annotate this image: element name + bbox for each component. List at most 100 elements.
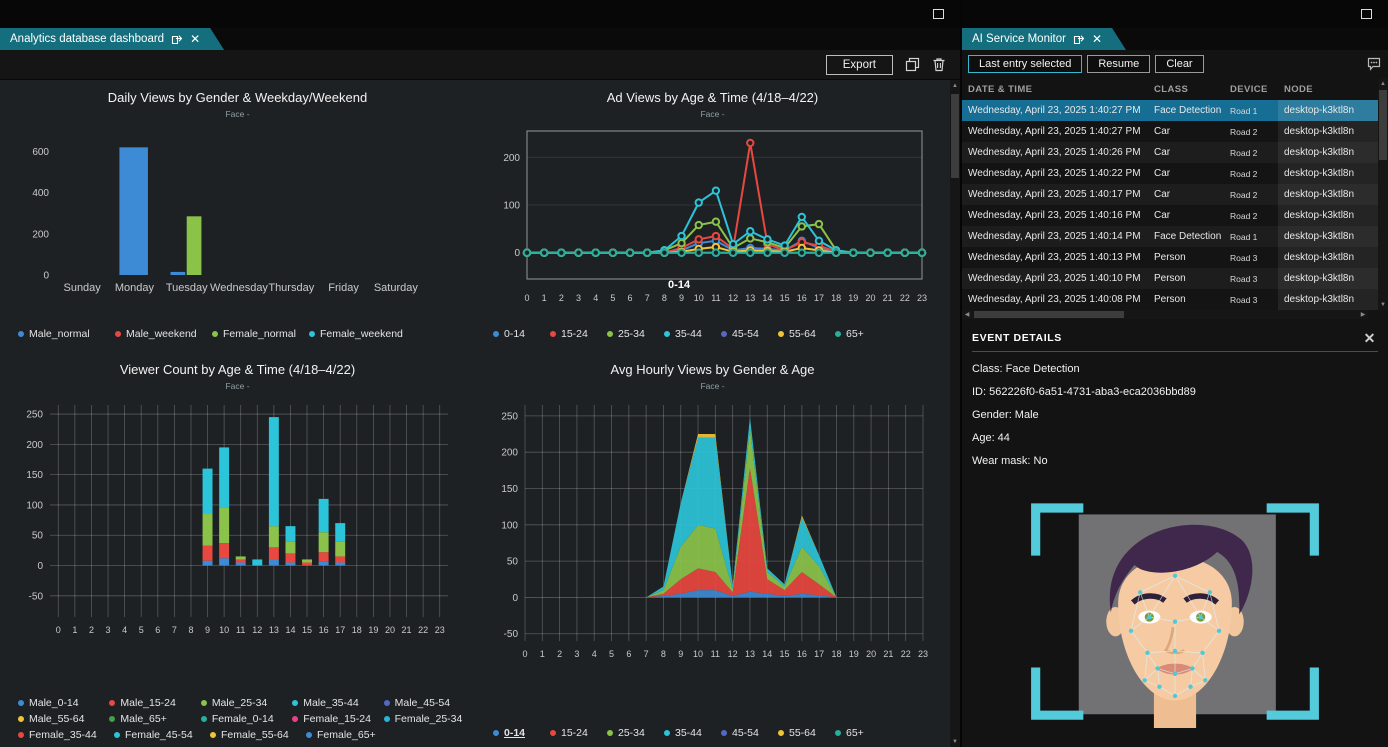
legend-dot-icon [212,331,218,337]
legend-dot-icon [306,732,312,738]
table-row[interactable]: Wednesday, April 23, 2025 1:40:14 PMFace… [962,226,1378,247]
table-row[interactable]: Wednesday, April 23, 2025 1:40:27 PMCarR… [962,121,1378,142]
cell-class: Car [1154,168,1230,179]
legend-item[interactable]: Male_weekend [115,328,212,340]
tab-title: Analytics database dashboard [10,33,164,45]
table-horizontal-scrollbar[interactable]: ◀ ▶ [962,310,1368,319]
legend-item[interactable]: Female_weekend [309,328,406,340]
legend-item[interactable]: Male_45-54 [384,697,475,709]
cell-node: desktop-k3ktl8n [1278,226,1378,247]
legend-item[interactable]: Female_35-44 [18,729,114,741]
legend-label: 15-24 [561,328,588,340]
legend-item[interactable]: Female_25-34 [384,713,475,725]
legend-item[interactable]: 35-44 [664,328,721,340]
legend-item[interactable]: 45-54 [721,727,778,739]
legend-item[interactable]: Female_65+ [306,729,402,741]
legend-dot-icon [210,732,216,738]
table-row[interactable]: Wednesday, April 23, 2025 1:40:26 PMCarR… [962,142,1378,163]
chart-plot-daily-views[interactable]: 0200400600SundayMondayTuesdayWednesdayTh… [8,121,468,307]
chart-legend: Male_0-14Male_15-24Male_25-34Male_35-44M… [0,693,475,741]
dashboard-scrollbar[interactable]: ▲ ▼ [950,80,960,747]
cell-class: Car [1154,210,1230,221]
trash-icon[interactable] [932,57,946,72]
close-tab-icon[interactable]: ✕ [190,33,200,45]
maximize-icon[interactable] [933,9,944,19]
legend-item[interactable]: 55-64 [778,727,835,739]
close-tab-icon[interactable]: ✕ [1092,33,1102,45]
legend-label: 35-44 [675,328,702,340]
cell-class: Person [1154,273,1230,284]
scroll-down-icon[interactable]: ▼ [1378,299,1388,310]
legend-item[interactable]: Male_normal [18,328,115,340]
legend-item[interactable]: Male_15-24 [109,697,200,709]
column-header-node[interactable]: NODE [1278,84,1378,95]
scroll-right-icon[interactable]: ▶ [1358,311,1368,318]
scroll-thumb[interactable] [951,94,959,178]
legend-dot-icon [607,331,613,337]
table-row[interactable]: Wednesday, April 23, 2025 1:40:10 PMPers… [962,268,1378,289]
legend-item[interactable]: 0-14 [493,328,550,340]
table-row[interactable]: Wednesday, April 23, 2025 1:40:08 PMPers… [962,289,1378,310]
legend-item[interactable]: Female_15-24 [292,713,383,725]
legend-item[interactable]: 65+ [835,727,892,739]
legend-item[interactable]: 65+ [835,328,892,340]
legend-item[interactable]: Male_35-44 [292,697,383,709]
legend-item[interactable]: Male_65+ [109,713,200,725]
column-header-datetime[interactable]: DATE & TIME [968,84,1154,95]
table-row[interactable]: Wednesday, April 23, 2025 1:40:16 PMCarR… [962,205,1378,226]
legend-item[interactable]: 45-54 [721,328,778,340]
svg-text:14: 14 [762,293,772,303]
table-row[interactable]: Wednesday, April 23, 2025 1:40:17 PMCarR… [962,184,1378,205]
svg-text:6: 6 [155,625,160,635]
legend-item[interactable]: Male_0-14 [18,697,109,709]
legend-item[interactable]: 35-44 [664,727,721,739]
legend-item[interactable]: Female_0-14 [201,713,292,725]
chart-plot-avg-hourly[interactable]: -500501001502002500123456789101112131415… [487,393,939,671]
scroll-up-icon[interactable]: ▲ [1378,78,1388,89]
legend-item[interactable]: 25-34 [607,727,664,739]
tab-analytics-dashboard[interactable]: Analytics database dashboard ✕ [0,28,224,50]
legend-item[interactable]: Male_25-34 [201,697,292,709]
tab-ai-service-monitor[interactable]: AI Service Monitor ✕ [962,28,1126,50]
legend-item[interactable]: Male_55-64 [18,713,109,725]
close-details-icon[interactable]: ✕ [1364,331,1376,345]
popout-icon[interactable] [171,33,183,45]
table-vertical-scrollbar[interactable]: ▲ ▼ [1378,78,1388,310]
chart-plot-viewer-count[interactable]: -500501001502002500123456789101112131415… [12,393,464,645]
popout-icon[interactable] [1073,33,1085,45]
last-entry-selected-button[interactable]: Last entry selected [968,55,1082,73]
column-header-class[interactable]: CLASS [1154,84,1230,95]
export-button[interactable]: Export [826,55,893,75]
scroll-left-icon[interactable]: ◀ [962,311,972,318]
legend-item[interactable]: Female_normal [212,328,309,340]
column-header-device[interactable]: DEVICE [1230,84,1278,95]
scroll-thumb[interactable] [1379,90,1387,160]
table-row[interactable]: Wednesday, April 23, 2025 1:40:27 PMFace… [962,100,1378,121]
legend-item[interactable]: Female_55-64 [210,729,306,741]
svg-text:Saturday: Saturday [373,282,418,294]
svg-text:19: 19 [368,625,378,635]
legend-item[interactable]: 15-24 [550,328,607,340]
chart-plot-ad-views[interactable]: 0100200012345678910111213141516171819202… [485,121,940,321]
feedback-icon[interactable] [1366,56,1382,72]
legend-item[interactable]: Female_45-54 [114,729,210,741]
scroll-down-icon[interactable]: ▼ [950,736,960,747]
legend-item[interactable]: 55-64 [778,328,835,340]
copy-icon[interactable] [905,57,920,72]
legend-item[interactable]: 25-34 [607,328,664,340]
legend-item[interactable]: 0-14 [493,727,550,739]
cell-device: Road 3 [1230,253,1278,263]
scroll-up-icon[interactable]: ▲ [950,80,960,91]
resume-button[interactable]: Resume [1087,55,1150,73]
charts-grid: Daily Views by Gender & Weekday/WeekendF… [0,80,950,747]
cell-datetime: Wednesday, April 23, 2025 1:40:14 PM [968,231,1154,242]
clear-button[interactable]: Clear [1155,55,1203,73]
table-row[interactable]: Wednesday, April 23, 2025 1:40:22 PMCarR… [962,163,1378,184]
legend-label: 55-64 [789,727,816,739]
maximize-icon[interactable] [1361,9,1372,19]
scroll-thumb[interactable] [974,311,1124,318]
svg-text:2: 2 [559,293,564,303]
svg-text:12: 12 [252,625,262,635]
legend-item[interactable]: 15-24 [550,727,607,739]
table-row[interactable]: Wednesday, April 23, 2025 1:40:13 PMPers… [962,247,1378,268]
